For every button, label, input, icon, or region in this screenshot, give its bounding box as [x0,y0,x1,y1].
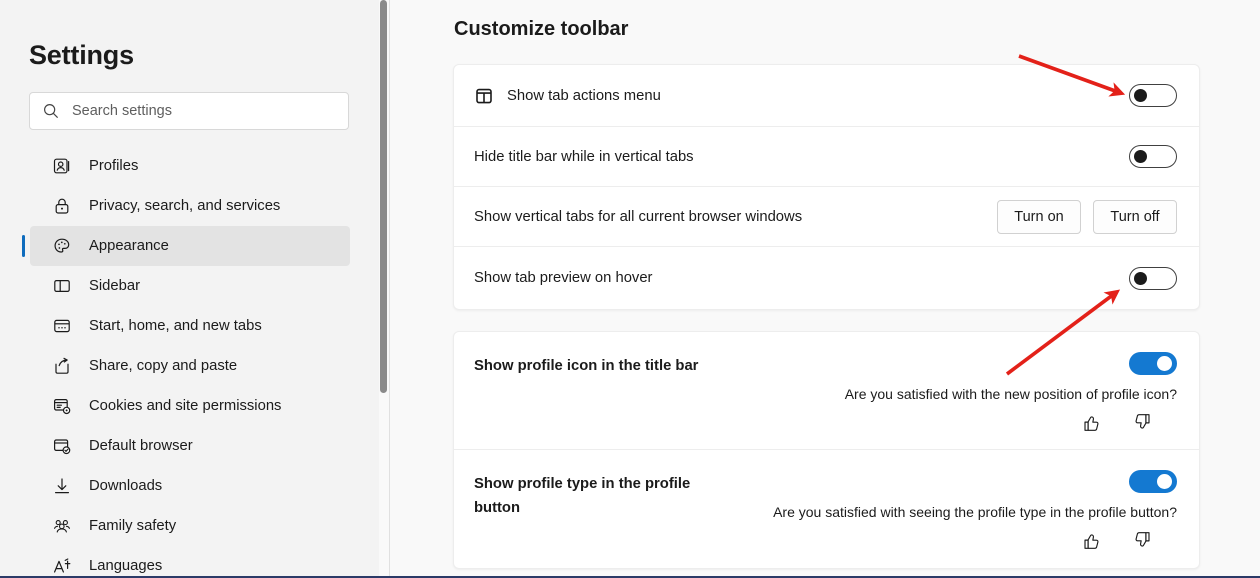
feedback-prompt: Are you satisfied with the new position … [845,384,1177,433]
toggle-show-profile-type-in-profile-button[interactable] [1129,470,1177,493]
sidebar-item-downloads[interactable]: Downloads [30,466,350,506]
sidebar-item-start-home-new-tabs[interactable]: Start, home, and new tabs [30,306,350,346]
sidebar-scrollbar[interactable] [379,0,388,578]
sidebar-item-languages[interactable]: Languages [30,546,350,578]
sidebar-item-label: Downloads [89,478,163,494]
search-box[interactable] [29,92,349,130]
sidebar-item-appearance[interactable]: Appearance [22,226,350,266]
settings-window: Settings Profiles [0,0,1260,578]
sidebar-item-label: Sidebar [89,278,141,294]
sidebar-nav: Profiles Privacy, search, and services A… [0,146,380,578]
profiles-icon [53,158,70,174]
toggle-knob [1157,356,1172,371]
thumbs-down-icon[interactable] [1132,412,1153,433]
feedback-question: Are you satisfied with the new position … [844,386,1177,402]
sidebar-item-family-safety[interactable]: Family safety [30,506,350,546]
setting-label: Show vertical tabs for all current brows… [474,208,803,225]
customize-toolbar-card: Show tab actions menu Hide title bar whi… [453,64,1200,310]
sidebar-item-label: Appearance [89,238,169,254]
sidebar-item-label: Share, copy and paste [89,358,238,374]
languages-icon [54,558,71,573]
sidebar-item-sidebar[interactable]: Sidebar [30,266,350,306]
profile-settings-card: Show profile icon in the title bar Are y… [453,331,1200,569]
thumbs-up-icon[interactable] [1081,412,1102,433]
permissions-icon [53,398,71,415]
share-icon [55,357,69,374]
feedback-question: Are you satisfied with seeing the profil… [773,504,1177,520]
setting-row-show-vertical-tabs[interactable]: Show vertical tabs for all current brows… [454,187,1199,247]
setting-label: Show tab preview on hover [474,270,653,286]
sidebar-item-label: Privacy, search, and services [89,198,281,214]
tab-actions-icon [476,88,492,103]
feedback-icons [773,530,1177,551]
turn-off-button[interactable]: Turn off [1093,199,1177,234]
sidebar-item-label: Start, home, and new tabs [89,318,262,334]
setting-row-show-tab-preview-on-hover[interactable]: Show tab preview on hover [454,247,1199,309]
sidebar-item-label: Family safety [89,518,177,534]
sidebar: Settings Profiles [0,0,380,578]
toggle-knob [1134,271,1147,285]
setting-label: Show profile icon in the title bar [474,358,699,374]
turn-on-button[interactable]: Turn on [997,199,1081,234]
sidebar-icon [54,279,70,293]
sidebar-item-label: Profiles [89,158,139,174]
sidebar-item-default-browser[interactable]: Default browser [30,426,350,466]
toggle-knob [1134,89,1147,102]
search-input[interactable] [72,93,336,129]
section-heading: Customize toolbar [454,18,629,40]
sidebar-item-label: Languages [89,558,163,574]
download-icon [55,478,69,494]
thumbs-down-icon[interactable] [1132,530,1153,551]
feedback-icons [845,412,1177,433]
sidebar-item-cookies-site-permissions[interactable]: Cookies and site permissions [30,386,350,426]
toggle-hide-title-bar[interactable] [1129,145,1177,168]
new-tab-icon [54,319,70,333]
toggle-show-tab-actions-menu[interactable] [1129,84,1177,107]
setting-row-show-profile-icon-in-title-bar[interactable]: Show profile icon in the title bar Are y… [454,332,1199,450]
default-browser-icon [53,439,71,455]
sidebar-item-label: Default browser [89,438,193,454]
thumbs-up-icon[interactable] [1081,530,1102,551]
family-icon [54,520,70,533]
setting-row-show-profile-type-in-profile-button[interactable]: Show profile type in the profile button … [454,450,1199,568]
toggle-knob [1157,474,1172,489]
palette-icon [54,238,70,253]
search-icon [44,104,58,118]
setting-label: Hide title bar while in vertical tabs [474,148,694,165]
setting-label: Show tab actions menu [507,87,661,104]
page-title: Settings [29,40,134,70]
setting-row-hide-title-bar[interactable]: Hide title bar while in vertical tabs [454,127,1199,187]
toggle-knob [1134,150,1147,163]
lock-icon [55,198,69,214]
setting-label: Show profile type in the profile button [474,476,691,516]
main-content: Customize toolbar Show tab actions menu … [390,0,1260,578]
sidebar-scrollbar-thumb[interactable] [380,0,387,393]
toggle-show-tab-preview-on-hover[interactable] [1129,266,1177,290]
toggle-show-profile-icon-in-title-bar[interactable] [1129,352,1177,375]
sidebar-item-privacy-search-services[interactable]: Privacy, search, and services [30,186,350,226]
setting-row-show-tab-actions-menu[interactable]: Show tab actions menu [454,65,1199,127]
sidebar-item-profiles[interactable]: Profiles [30,146,350,186]
sidebar-item-label: Cookies and site permissions [89,398,282,414]
feedback-prompt: Are you satisfied with seeing the profil… [773,502,1177,551]
sidebar-item-share-copy-paste[interactable]: Share, copy and paste [30,346,350,386]
